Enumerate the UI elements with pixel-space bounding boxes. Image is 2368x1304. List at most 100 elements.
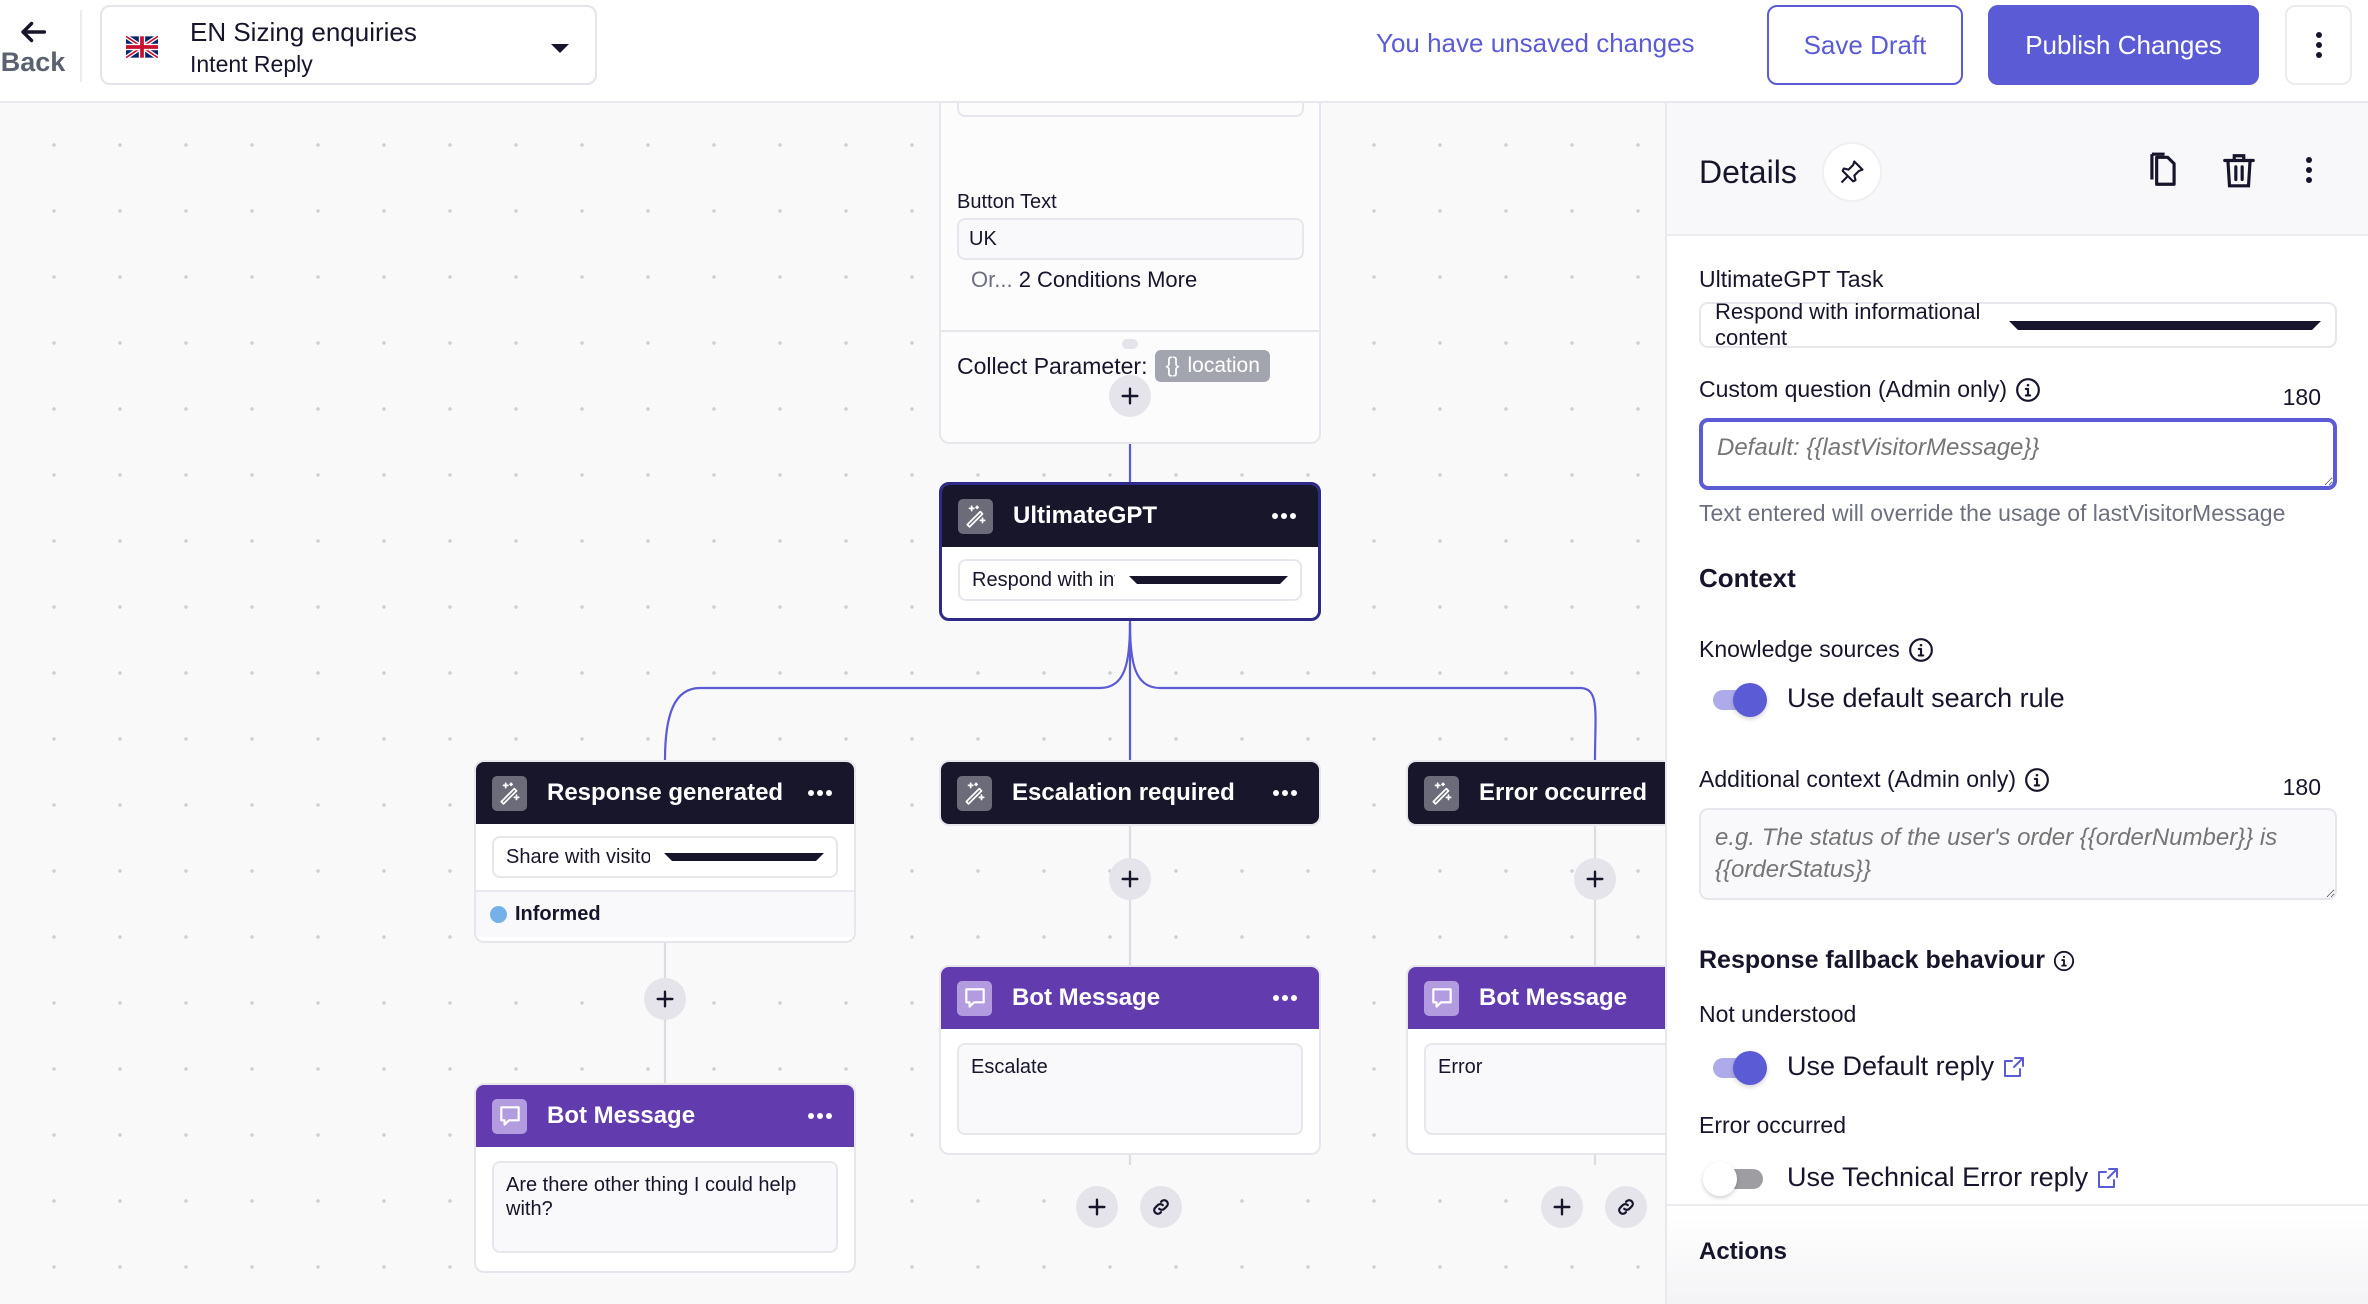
additional-context-counter: 180 (2282, 774, 2321, 800)
node-menu-button[interactable] (802, 1107, 838, 1125)
message-text-field[interactable]: Escalate (957, 1043, 1303, 1135)
uk-flag-icon (126, 36, 158, 58)
flow-canvas[interactable]: Button Text UK Or... 2 Conditions More C… (0, 103, 1665, 1304)
publish-changes-button[interactable]: Publish Changes (1988, 5, 2259, 85)
parameter-name: location (1187, 354, 1260, 377)
additional-context-input[interactable] (1699, 808, 2337, 900)
node-title: UltimateGPT (1013, 502, 1158, 529)
magic-wand-icon (1424, 775, 1459, 811)
back-label: Back (0, 46, 66, 77)
info-icon[interactable] (2024, 767, 2050, 793)
technical-error-label: Use Technical Error reply (1787, 1162, 2120, 1193)
collect-parameter-label: Collect Parameter: (957, 352, 1148, 379)
error-occurred-node[interactable]: Error occurred (1406, 760, 1665, 826)
technical-error-toggle[interactable] (1703, 1162, 1765, 1196)
top-bar: Back EN Sizing enquiries Intent Reply Yo… (0, 0, 2368, 103)
magic-wand-icon (957, 775, 992, 811)
add-node-button[interactable] (1541, 1186, 1583, 1228)
default-search-label: Use default search rule (1787, 683, 2065, 713)
link-node-button[interactable] (1605, 1186, 1647, 1228)
node-divider (941, 330, 1319, 332)
node-header: UltimateGPT (942, 485, 1318, 547)
message-text-field[interactable]: Are there other thing I could help with? (492, 1161, 838, 1253)
context-heading: Context (1699, 563, 1796, 593)
more-conditions[interactable]: Or... 2 Conditions More (971, 267, 1197, 293)
kebab-icon (2315, 32, 2322, 38)
default-reply-label: Use Default reply (1787, 1051, 2026, 1082)
delete-button[interactable] (2217, 148, 2261, 192)
link-icon (1153, 1199, 1169, 1215)
fallback-heading: Response fallback behaviour (1699, 946, 2075, 975)
node-menu-button[interactable] (1267, 784, 1303, 802)
message-text: Escalate (971, 1056, 1048, 1078)
gpt-task-value: Respond with informationa... (972, 568, 1115, 591)
external-link-icon[interactable] (2096, 1166, 2120, 1190)
back-button[interactable]: Back (0, 6, 66, 86)
link-node-button[interactable] (1140, 1186, 1182, 1228)
button-text-field[interactable]: UK (957, 218, 1304, 260)
arrow-left-icon (21, 21, 47, 42)
ultimategpt-node[interactable]: UltimateGPT Respond with informationa... (939, 482, 1321, 621)
details-panel: Details UltimateGPT Task Respond with in… (1665, 103, 2368, 1304)
bot-message-node[interactable]: Bot Message Escalate (939, 965, 1321, 1155)
default-search-toggle[interactable] (1709, 683, 1771, 717)
info-icon[interactable] (2053, 950, 2075, 972)
pin-button[interactable] (1822, 142, 1882, 202)
node-field[interactable] (957, 103, 1304, 117)
node-menu-button[interactable] (1267, 989, 1303, 1007)
custom-question-counter: 180 (2282, 384, 2321, 410)
details-more-button[interactable] (2287, 148, 2331, 192)
node-menu-button[interactable] (1266, 507, 1302, 525)
flow-subtitle: Intent Reply (190, 51, 313, 77)
link-icon (1618, 1199, 1634, 1215)
add-node-button[interactable] (1109, 375, 1151, 417)
braces-icon: {} (1165, 354, 1180, 377)
gpt-task-select[interactable]: Respond with informationa... (958, 559, 1302, 601)
magic-wand-icon (492, 775, 527, 811)
escalation-required-node[interactable]: Escalation required (939, 760, 1321, 826)
parameter-chip[interactable]: {} location (1155, 350, 1270, 382)
custom-question-input[interactable] (1699, 418, 2337, 490)
add-node-button[interactable] (1076, 1186, 1118, 1228)
more-options-button[interactable] (2285, 5, 2352, 85)
status-row: Informed (476, 890, 854, 937)
node-title: Bot Message (1479, 984, 1628, 1011)
info-icon[interactable] (2015, 377, 2041, 403)
bot-message-node[interactable]: Bot Message Error (1406, 965, 1665, 1155)
add-node-button[interactable] (1574, 858, 1616, 900)
task-select[interactable]: Respond with informational content (1699, 299, 2337, 350)
status-dot-icon (490, 906, 507, 923)
info-icon[interactable] (1908, 637, 1934, 663)
default-reply-toggle[interactable] (1709, 1051, 1771, 1085)
plus-icon (1586, 870, 1604, 888)
response-action-select[interactable]: Share with visitor (492, 836, 838, 878)
chevron-down-icon (1129, 576, 1288, 584)
flow-selector[interactable]: EN Sizing enquiries Intent Reply (100, 5, 597, 85)
message-text-field[interactable]: Error (1424, 1043, 1665, 1135)
response-generated-node[interactable]: Response generated Share with visitor In… (474, 760, 856, 943)
external-link-icon[interactable] (2002, 1055, 2026, 1079)
duplicate-button[interactable] (2141, 148, 2185, 192)
more-conditions-label: 2 Conditions More (1018, 267, 1198, 292)
trash-icon (2223, 154, 2255, 188)
node-header: Response generated (476, 762, 854, 824)
output-port[interactable] (1122, 339, 1138, 349)
node-menu-button[interactable] (802, 784, 838, 802)
chat-bubble-icon (492, 1098, 527, 1134)
node-title: Bot Message (547, 1102, 696, 1129)
chevron-down-icon (664, 853, 824, 861)
copy-icon (2150, 152, 2176, 186)
custom-question-label: Custom question (Admin only) (1699, 376, 2041, 403)
node-header: Bot Message (476, 1085, 854, 1147)
plus-icon (1553, 1198, 1571, 1216)
add-node-button[interactable] (644, 978, 686, 1020)
bot-message-node[interactable]: Bot Message Are there other thing I coul… (474, 1083, 856, 1273)
add-node-button[interactable] (1109, 858, 1151, 900)
chat-bubble-icon (1424, 980, 1459, 1016)
save-draft-button[interactable]: Save Draft (1767, 5, 1963, 85)
chevron-down-icon (2009, 320, 2321, 330)
plus-icon (656, 990, 674, 1008)
flow-title: EN Sizing enquiries (190, 17, 417, 47)
node-header: Error occurred (1408, 762, 1665, 824)
connector-gpt-to-error (1128, 622, 1597, 761)
